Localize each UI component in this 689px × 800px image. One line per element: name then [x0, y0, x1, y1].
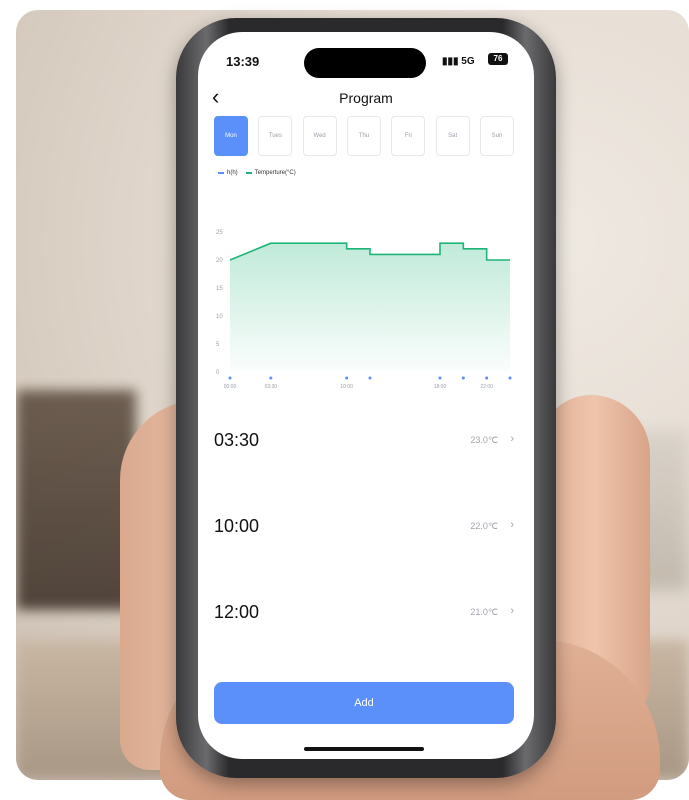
- x-tick-label: 00:00: [224, 384, 237, 390]
- day-tab-sun[interactable]: Sun: [479, 116, 514, 156]
- hour-marker: [368, 376, 372, 380]
- schedule-row[interactable]: 03:30 23.0℃ ›: [214, 430, 514, 460]
- legend-swatch: [245, 172, 252, 174]
- hour-marker: [269, 376, 273, 380]
- x-tick-label: 18:00: [434, 384, 447, 390]
- schedule-row[interactable]: 12:00 21.0℃ ›: [214, 602, 514, 632]
- dynamic-island: [304, 48, 426, 78]
- day-tab-thu[interactable]: Thu: [346, 116, 381, 156]
- schedule-time: 12:00: [214, 602, 260, 622]
- hour-marker: [228, 376, 232, 380]
- legend-swatch: [218, 172, 224, 174]
- hour-marker: [485, 376, 489, 380]
- phone-screen: 13:39 ▮▮▮ 5G 76 ‹ Program Mon Tues Wed T…: [198, 32, 534, 759]
- day-tab-wed[interactable]: Wed: [302, 116, 337, 156]
- status-bar: 13:39 ▮▮▮ 5G 76: [198, 32, 534, 88]
- chevron-right-icon: ›: [510, 433, 514, 445]
- x-tick-label: 22:00: [480, 384, 493, 390]
- day-tab-sat[interactable]: Sat: [435, 116, 470, 156]
- legend-item-temperature: Temperture(°C): [245, 170, 296, 176]
- chevron-right-icon: ›: [510, 519, 514, 531]
- schedule-time: 10:00: [214, 516, 260, 536]
- y-tick-label: 20: [216, 258, 223, 264]
- background-fireplace: [16, 390, 136, 610]
- schedule-temp: 21.0℃: [470, 607, 498, 617]
- page-title: Program: [339, 90, 393, 106]
- chart-legend: h(h) Temperture(°C): [218, 170, 304, 176]
- day-tab-fri[interactable]: Fri: [391, 116, 426, 156]
- legend-item-hours: h(h): [218, 170, 238, 176]
- x-tick-label: 10:00: [340, 384, 353, 390]
- temperature-chart: 0 5 10 15 20 25 00:00 03:30 10:00 18:00 22:00: [216, 230, 512, 390]
- chevron-right-icon: ›: [510, 605, 514, 617]
- schedule-row[interactable]: 10:00 22.0℃ ›: [214, 516, 514, 546]
- home-indicator[interactable]: [304, 747, 424, 751]
- x-tick-label: 03:30: [265, 384, 278, 390]
- schedule-temp: 23.0℃: [470, 435, 498, 445]
- hour-marker: [461, 376, 465, 380]
- battery-icon: 76: [488, 53, 508, 65]
- add-button[interactable]: Add: [214, 682, 514, 724]
- legend-label: Temperture(°C): [254, 170, 296, 176]
- day-tab-mon[interactable]: Mon: [214, 116, 248, 156]
- y-tick-label: 10: [216, 314, 223, 320]
- schedule-temp: 22.0℃: [470, 521, 498, 531]
- temperature-area: [230, 243, 510, 372]
- day-tab-tues[interactable]: Tues: [258, 116, 293, 156]
- legend-label: h(h): [227, 170, 238, 176]
- hour-marker: [508, 376, 512, 380]
- signal-indicator: ▮▮▮ 5G: [442, 56, 475, 67]
- hour-marker: [345, 376, 349, 380]
- hour-marker: [438, 376, 442, 380]
- network-type: 5G: [461, 56, 475, 67]
- y-tick-label: 5: [216, 342, 220, 348]
- y-tick-label: 15: [216, 286, 223, 292]
- status-time: 13:39: [226, 54, 260, 69]
- signal-bars-icon: ▮▮▮: [442, 56, 462, 67]
- schedule-time: 03:30: [214, 430, 260, 450]
- day-selector: Mon Tues Wed Thu Fri Sat Sun: [214, 116, 514, 158]
- y-tick-label: 0: [216, 370, 220, 376]
- y-tick-label: 25: [216, 230, 223, 236]
